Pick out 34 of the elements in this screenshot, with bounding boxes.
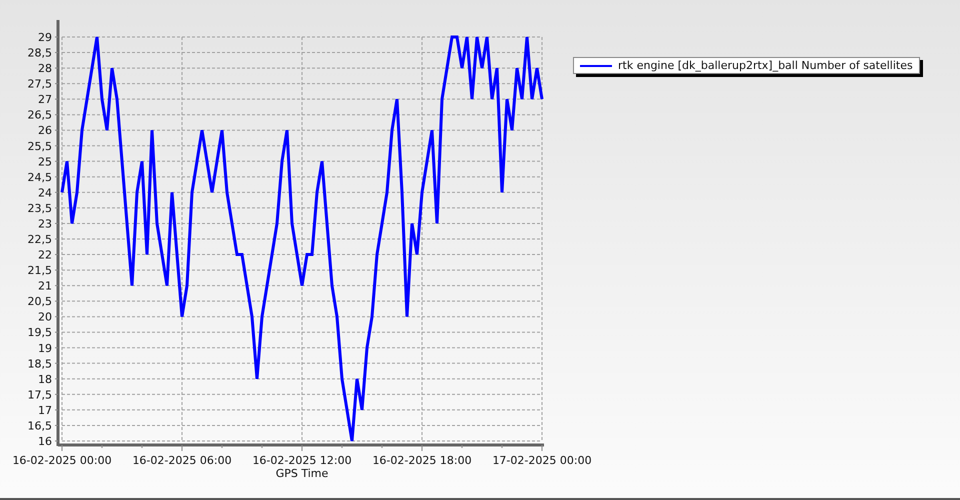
axis-tick-label: 24,5 (28, 170, 52, 184)
axis-tick-label: 21,5 (28, 264, 52, 278)
axis-tick-label: 23 (38, 217, 52, 230)
axis-tick-label: 20,5 (28, 295, 52, 308)
axis-tick-label: 16-02-2025 18:00 (372, 454, 472, 467)
axis-tick-label: 27,5 (28, 78, 52, 91)
axis-tick-label: 21 (38, 280, 52, 293)
axis-tick-label: 22,5 (28, 233, 52, 246)
axis-tick-label: 27 (38, 93, 52, 106)
axis-tick-label: 28 (38, 62, 52, 76)
axis-tick-label: 18 (38, 372, 52, 386)
axis-tick-label: 26,5 (28, 108, 52, 122)
axis-tick-label: 28,5 (28, 46, 52, 60)
axis-tick-label: 19 (38, 342, 52, 355)
axis-tick-label: 16,5 (28, 419, 52, 432)
axis-tick-label: 18,5 (28, 357, 52, 370)
axis-tick-label: 16 (38, 435, 52, 448)
axis-tick-label: 26 (38, 124, 52, 138)
axis-tick-label: 17,5 (28, 388, 52, 402)
axis-tick-label: 16-02-2025 00:00 (12, 454, 112, 467)
axis-tick-label: 19,5 (28, 326, 52, 340)
axis-tick-label: 24 (38, 186, 52, 200)
axis-tick-label: 20 (38, 310, 52, 324)
axis-tick-label: 17-02-2025 00:00 (492, 454, 592, 467)
axis-tick-label: 25,5 (28, 140, 52, 153)
axis-title: GPS Time (276, 467, 328, 480)
axis-tick-label: 16-02-2025 06:00 (132, 454, 232, 467)
axis-tick-label: 17 (38, 404, 52, 417)
axis-tick-label: 25 (38, 155, 52, 168)
axis-tick-label: 29 (38, 31, 52, 44)
axis-tick-label: 16-02-2025 12:00 (252, 454, 352, 467)
axis-tick-label: 22 (38, 248, 52, 262)
legend-label: rtk engine [dk_ballerup2rtx]_ball Number of satellites (618, 59, 913, 72)
axis-tick-label: 23,5 (28, 202, 52, 215)
